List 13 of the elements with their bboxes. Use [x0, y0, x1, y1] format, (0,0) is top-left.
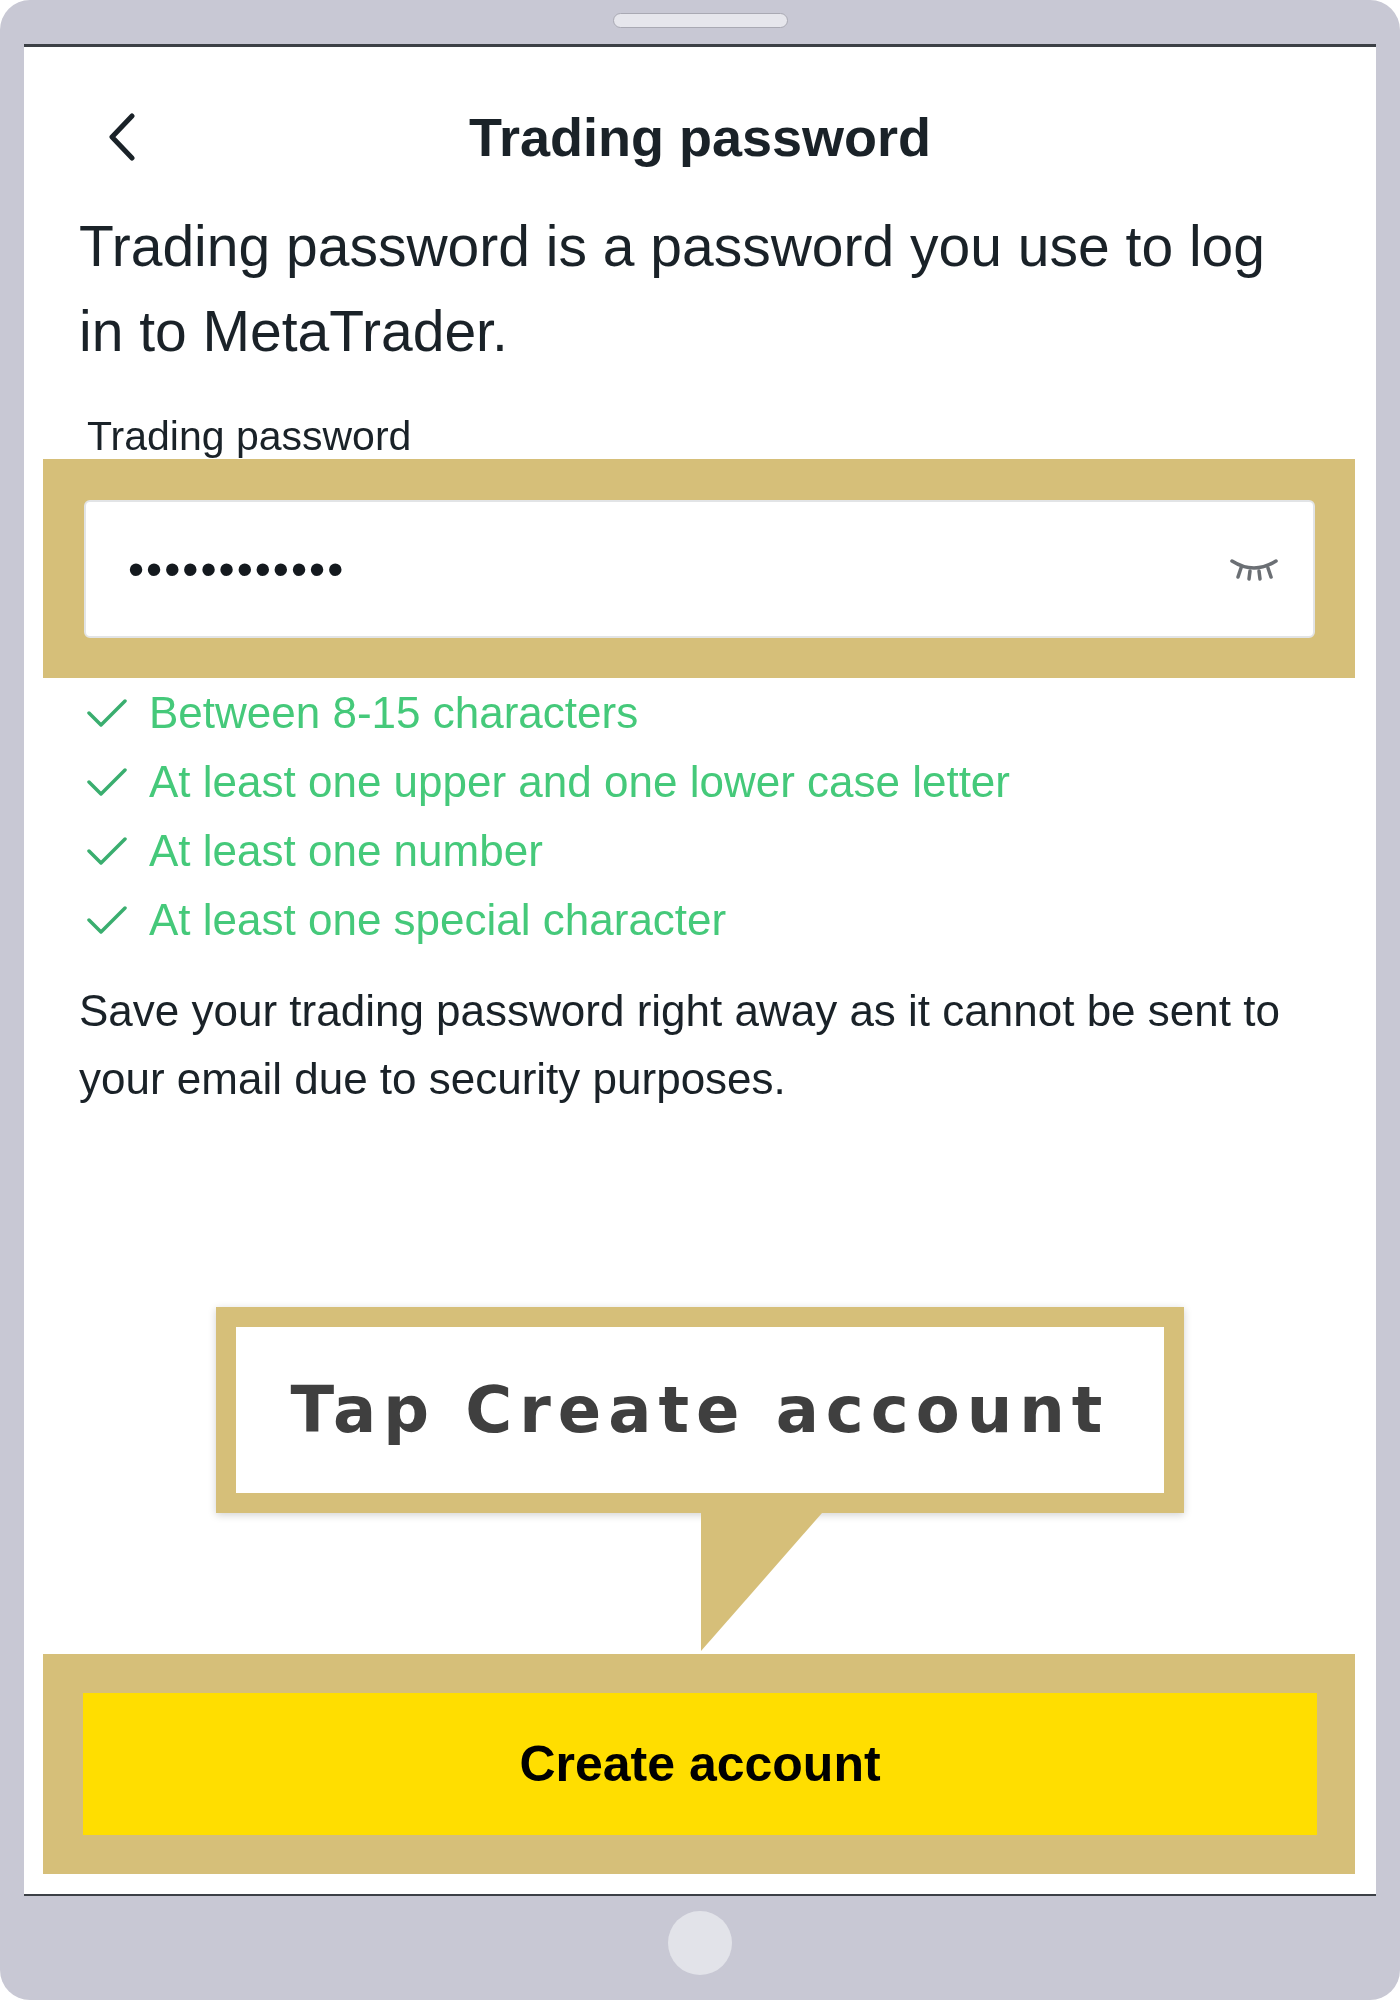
requirement-text: At least one upper and one lower case letter [149, 755, 1010, 808]
callout-text: Tap Create account [290, 1372, 1110, 1449]
closed-eye-icon[interactable] [1229, 557, 1279, 581]
screen-title: Trading password [468, 106, 932, 168]
requirement-text: At least one number [149, 824, 543, 877]
requirement-text: At least one special character [149, 893, 727, 946]
requirement-text: Between 8-15 characters [149, 686, 639, 739]
password-field[interactable]: •••••••••••• [84, 500, 1315, 638]
security-note: Save your trading password right away as it cannot be sent to your email due to security purposes. [79, 985, 1281, 1105]
intro-text: Trading password is a password you use to log in to MetaTrader. [79, 213, 1266, 365]
back-icon[interactable] [108, 113, 136, 161]
create-account-button[interactable]: Create account [83, 1693, 1317, 1835]
field-label: Trading password [87, 414, 412, 458]
